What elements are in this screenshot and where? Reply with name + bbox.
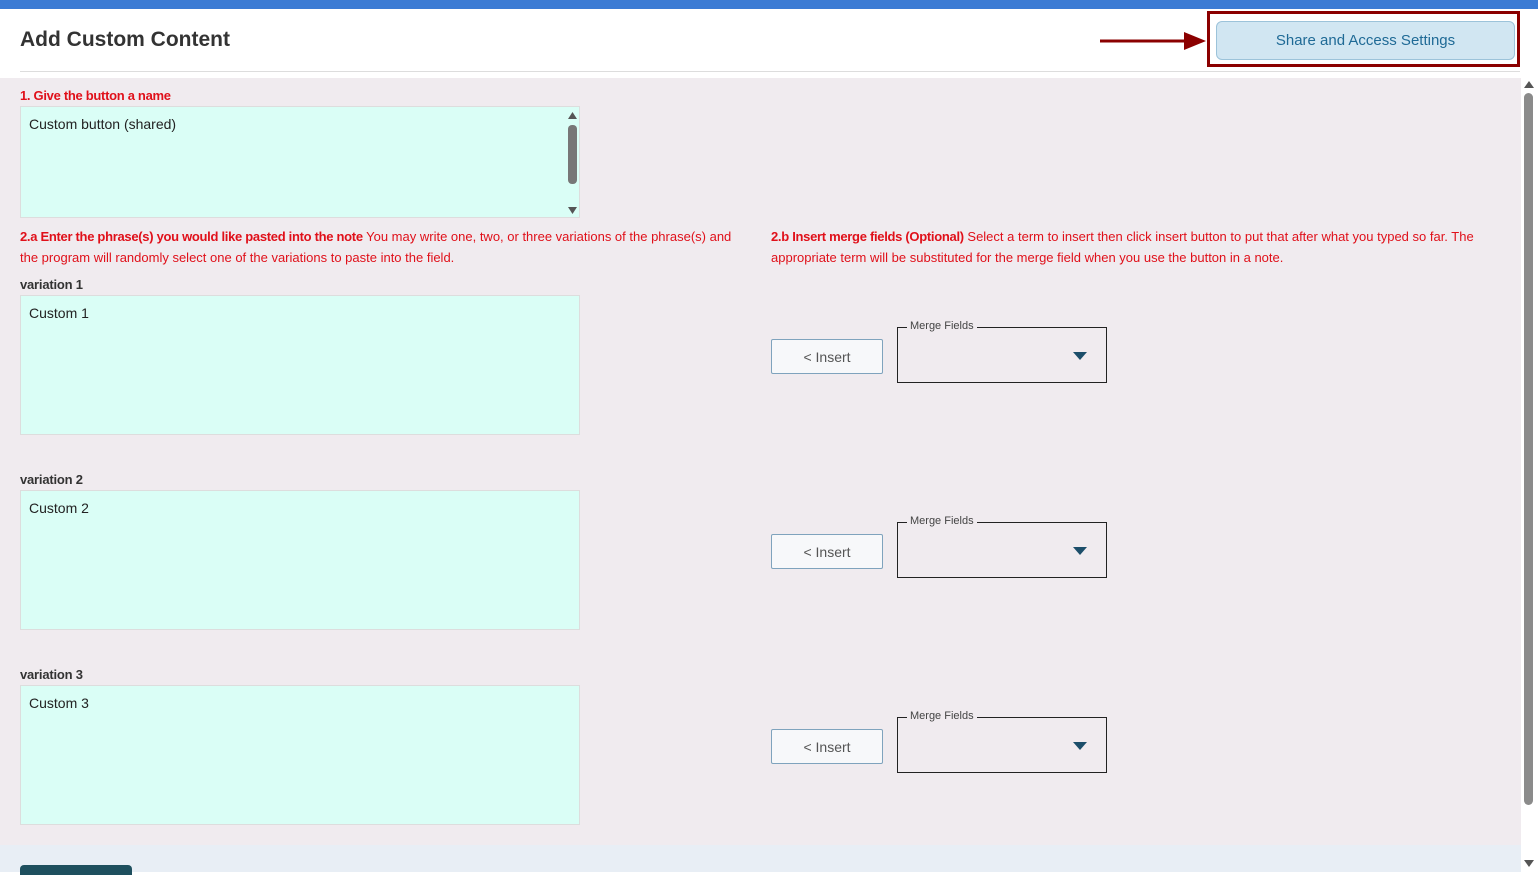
page-title: Add Custom Content — [20, 28, 230, 51]
textarea-scrollbar[interactable] — [566, 108, 579, 217]
footer-bar — [0, 845, 1521, 872]
variation-2-merge-fields-select[interactable]: Merge Fields — [897, 515, 1107, 578]
variation-3-insert-button[interactable]: < Insert — [771, 729, 883, 764]
variation-2-insert-button[interactable]: < Insert — [771, 534, 883, 569]
header-divider — [20, 71, 1520, 72]
share-and-access-settings-button[interactable]: Share and Access Settings — [1216, 21, 1515, 60]
variation-2-field[interactable]: Custom 2 — [20, 490, 580, 630]
scroll-up-icon[interactable] — [1524, 81, 1534, 88]
button-name-field[interactable]: Custom button (shared) — [20, 106, 580, 218]
caret-down-icon — [1073, 352, 1087, 360]
variation-1-label: variation 1 — [20, 277, 83, 292]
variation-1-field[interactable]: Custom 1 — [20, 295, 580, 435]
scrollbar-thumb[interactable] — [1524, 93, 1533, 805]
scroll-down-icon[interactable] — [1524, 860, 1534, 867]
caret-down-icon — [1073, 742, 1087, 750]
annotation-arrow-icon — [1100, 32, 1206, 50]
variation-3-field[interactable]: Custom 3 — [20, 685, 580, 825]
merge-fields-label: Merge Fields — [907, 515, 977, 527]
footer-button[interactable] — [20, 865, 132, 875]
merge-fields-label: Merge Fields — [907, 320, 977, 332]
top-accent-bar — [0, 0, 1538, 9]
caret-down-icon — [1073, 547, 1087, 555]
variation-2-label: variation 2 — [20, 472, 83, 487]
merge-fields-label: Merge Fields — [907, 710, 977, 722]
variation-1-merge-fields-select[interactable]: Merge Fields — [897, 320, 1107, 383]
variation-1-insert-button[interactable]: < Insert — [771, 339, 883, 374]
variation-3-label: variation 3 — [20, 667, 83, 682]
button-name-label: 1. Give the button a name — [20, 88, 171, 103]
merge-field-instructions: 2.b Insert merge fields (Optional) Selec… — [771, 229, 1474, 265]
phrase-instructions: 2.a Enter the phrase(s) you would like p… — [20, 229, 732, 265]
variation-3-merge-fields-select[interactable]: Merge Fields — [897, 710, 1107, 773]
page-scrollbar[interactable] — [1521, 78, 1538, 872]
